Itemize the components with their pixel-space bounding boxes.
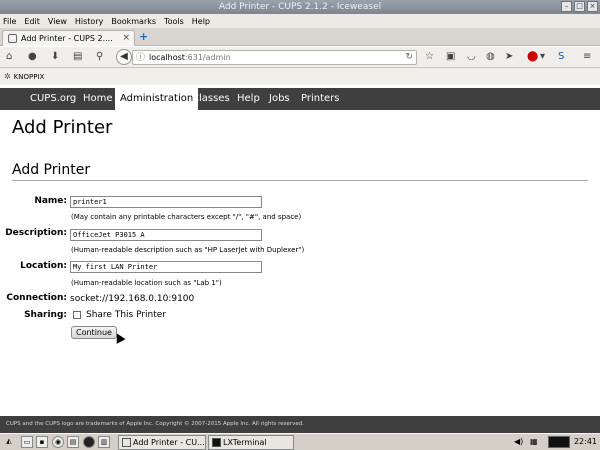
menu-file[interactable]: File — [3, 17, 16, 26]
minimize-button[interactable]: – — [561, 1, 572, 12]
url-path: :631/admin — [184, 53, 231, 62]
section-divider — [12, 180, 588, 181]
new-tab-icon[interactable]: + — [139, 30, 148, 43]
clock: 22:41 — [573, 437, 597, 446]
network-icon[interactable]: ▦ — [530, 437, 538, 446]
search-icon[interactable]: ⚲ — [96, 51, 103, 63]
share-printer-checkbox[interactable] — [73, 311, 81, 319]
cups-nav-classes[interactable]: Classes — [192, 88, 230, 110]
sharing-label: Sharing: — [24, 310, 67, 320]
bookmarks-bar: ✲ KNOPPIX — [0, 68, 600, 85]
send-icon[interactable]: ➤ — [505, 51, 513, 63]
menu-edit[interactable]: Edit — [24, 17, 40, 26]
knoppix-bookmark-icon: ✲ — [4, 72, 11, 81]
tab-add-printer[interactable]: Add Printer - CUPS 2.... × — [2, 30, 135, 46]
close-window-button[interactable]: × — [587, 1, 598, 12]
continue-button[interactable]: Continue — [71, 326, 117, 339]
window-title: Add Printer - CUPS 2.1.2 - Iceweasel — [218, 2, 382, 12]
file-manager-icon[interactable]: ▭ — [21, 436, 33, 448]
page-content: Add Printer Add Printer Name: printer1 (… — [0, 110, 600, 416]
name-field[interactable]: printer1 — [70, 196, 262, 208]
page-title: Add Printer — [12, 117, 113, 138]
connection-label: Connection: — [6, 293, 67, 303]
terminal-launcher-icon[interactable]: ▪ — [36, 436, 48, 448]
back-button[interactable]: ◀ — [116, 49, 132, 65]
home-icon[interactable]: ⌂ — [6, 51, 12, 63]
cups-nav-bar: CUPS.org Home Administration Classes Hel… — [0, 88, 600, 110]
maximize-button[interactable]: □ — [574, 1, 585, 12]
sync-icon[interactable]: S — [558, 51, 564, 63]
volume-icon[interactable]: ◀) — [514, 437, 523, 446]
share-printer-label[interactable]: Share This Printer — [86, 310, 166, 320]
description-field[interactable]: OfficeJet P3015 A — [70, 229, 262, 241]
adblock-dropdown-icon[interactable]: ▾ — [540, 51, 545, 63]
bookmark-knoppix[interactable]: KNOPPIX — [14, 73, 45, 81]
browser-task-icon — [122, 438, 131, 447]
taskbar-item-terminal[interactable]: LXTerminal — [208, 435, 294, 450]
name-label: Name: — [34, 196, 67, 206]
addon-icon[interactable]: ◍ — [486, 51, 495, 63]
cups-nav-printers[interactable]: Printers — [301, 88, 339, 110]
start-menu-icon[interactable]: ◭ — [3, 436, 15, 448]
tab-strip: Add Printer - CUPS 2.... × + — [0, 28, 600, 46]
cups-footer: CUPS and the CUPS logo are trademarks of… — [0, 416, 600, 433]
adblock-icon[interactable]: ⬤ — [527, 51, 538, 63]
print-icon[interactable]: ▤ — [73, 51, 82, 63]
taskbar-item-browser[interactable]: Add Printer - CU... — [118, 435, 206, 450]
hamburger-menu-icon[interactable]: ≡ — [583, 51, 591, 63]
menu-bookmarks[interactable]: Bookmarks — [111, 17, 156, 26]
bookmarks-menu-icon[interactable]: ▣ — [446, 51, 455, 63]
browser-launcher-icon[interactable]: ◉ — [52, 436, 64, 448]
cups-nav-help[interactable]: Help — [237, 88, 260, 110]
menu-bar: File Edit View History Bookmarks Tools H… — [0, 14, 600, 28]
pocket-icon[interactable]: ◡ — [467, 51, 476, 63]
desktop-icon[interactable]: ▥ — [98, 436, 110, 448]
page-favicon-icon — [8, 34, 17, 43]
taskbar-item-browser-label: Add Printer - CU... — [133, 438, 205, 447]
window-controls: – □ × — [561, 1, 598, 12]
taskbar-item-terminal-label: LXTerminal — [223, 438, 267, 447]
menu-tools[interactable]: Tools — [164, 17, 184, 26]
bookmark-star-icon[interactable]: ☆ — [425, 51, 434, 63]
download-icon[interactable]: ⬇ — [51, 51, 59, 63]
connection-value: socket://192.168.0.10:9100 — [70, 294, 195, 304]
menu-help[interactable]: Help — [192, 17, 210, 26]
cpu-monitor-icon — [548, 436, 570, 448]
reload-icon[interactable]: ↻ — [405, 51, 413, 64]
description-label: Description: — [5, 228, 67, 238]
nav-toolbar: ⌂ ● ⬇ ▤ ⚲ ◀ ⓘ localhost:631/admin ↻ ☆ ▣ … — [0, 47, 600, 68]
cups-nav-jobs[interactable]: Jobs — [269, 88, 290, 110]
tab-title: Add Printer - CUPS 2.... — [21, 34, 113, 43]
text-editor-icon[interactable]: ▤ — [67, 436, 79, 448]
tab-close-icon[interactable]: × — [122, 33, 130, 43]
url-host: localhost — [149, 53, 185, 62]
name-hint: (May contain any printable characters ex… — [71, 213, 302, 221]
taskbar: ◭ ▭ ▪ ◉ ▤ ▥ Add Printer - CU... LXTermin… — [0, 433, 600, 450]
cups-nav-administration[interactable]: Administration — [115, 88, 199, 110]
cups-nav-cups-org[interactable]: CUPS.org — [30, 88, 76, 110]
terminal-task-icon — [212, 438, 221, 447]
url-bar[interactable]: ⓘ localhost:631/admin ↻ — [132, 50, 417, 65]
chat-icon[interactable]: ● — [28, 51, 37, 63]
menu-history[interactable]: History — [75, 17, 103, 26]
location-hint: (Human-readable location such as "Lab 1"… — [71, 279, 222, 287]
cups-nav-home[interactable]: Home — [83, 88, 113, 110]
window-titlebar: Add Printer - CUPS 2.1.2 - Iceweasel – □… — [0, 0, 600, 14]
site-info-icon[interactable]: ⓘ — [136, 52, 145, 65]
location-label: Location: — [20, 261, 67, 271]
back-arrow-icon: ◀ — [120, 51, 128, 62]
menu-view[interactable]: View — [48, 17, 67, 26]
section-title: Add Printer — [12, 162, 91, 178]
knoppix-launcher-icon[interactable] — [83, 436, 95, 448]
description-hint: (Human-readable description such as "HP … — [71, 246, 305, 254]
location-field[interactable]: My first LAN Printer — [70, 261, 262, 273]
